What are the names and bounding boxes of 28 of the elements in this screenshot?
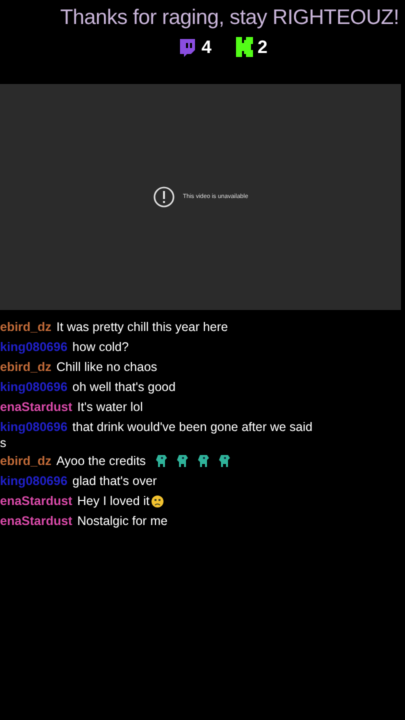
chat-username[interactable]: enaStardust [0, 492, 72, 510]
chat-message: It's water lol [77, 398, 143, 416]
chat-username[interactable]: ebird_dz [0, 318, 52, 336]
chat-username[interactable]: enaStardust [0, 512, 72, 530]
chat-message: It was pretty chill this year here [56, 318, 228, 336]
chat-username[interactable]: enaStardust [0, 398, 72, 416]
dinosaur-emote-icon [218, 454, 231, 468]
chat-message: that drink would've been gone after we said [72, 418, 312, 436]
chat-message: how cold? [72, 338, 129, 356]
chat-message: Hey I loved it [77, 492, 150, 510]
chat-message: Ayoo the credits [56, 452, 146, 470]
chat-message: oh well that's good [72, 378, 176, 396]
chat-message: Chill like no chaos [56, 358, 158, 376]
dinosaur-emote-icon [176, 454, 189, 468]
viewer-count: 4 [201, 38, 212, 56]
alert-icon [152, 186, 175, 208]
chat-message: glad that's over [72, 472, 157, 490]
viewer-count: 2 [258, 38, 268, 56]
chat-message-continuation: s [0, 436, 6, 450]
chat-message: Nostalgic for me [77, 512, 168, 530]
dinosaur-emote-icon [196, 454, 210, 468]
sad-face-emoji [150, 494, 164, 508]
dinosaur-emote-icon [154, 454, 168, 468]
chat-username[interactable]: ebird_dz [0, 358, 52, 376]
letter-k-icon [236, 37, 254, 57]
banner-title: Thanks for raging, stay RIGHTEOUZ! [60, 5, 399, 31]
chat-bubble-icon [177, 37, 198, 57]
chat-username[interactable]: ebird_dz [0, 452, 52, 470]
